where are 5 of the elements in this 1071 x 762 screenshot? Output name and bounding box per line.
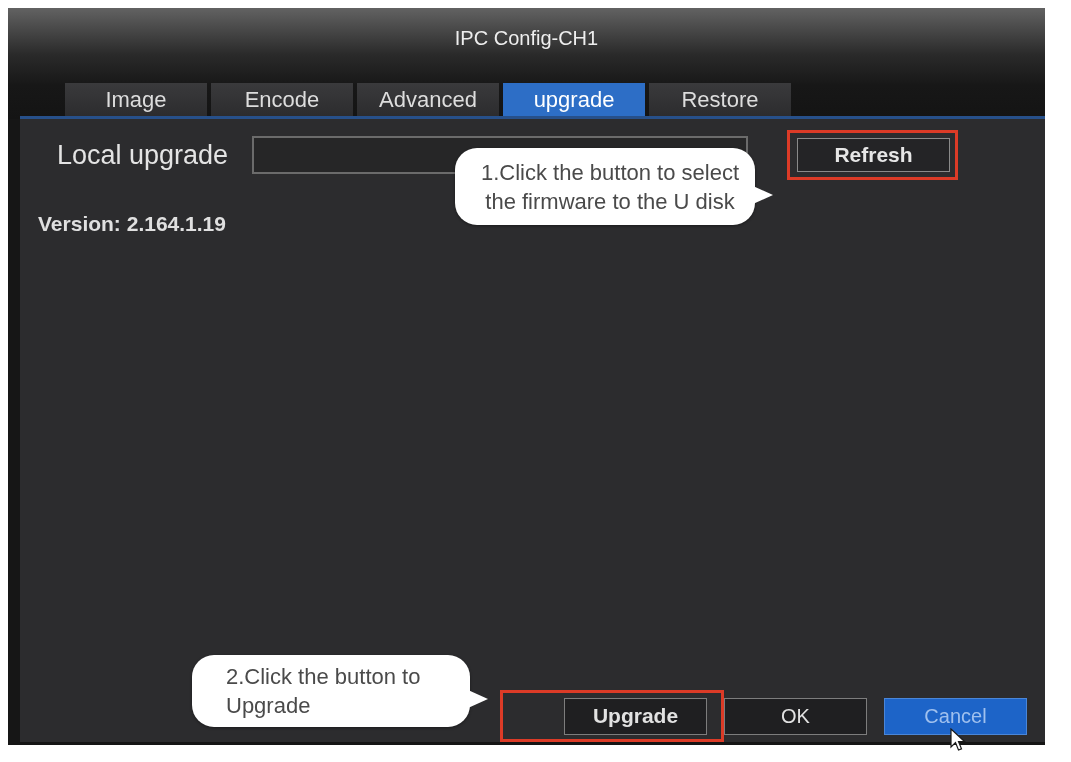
- window-title: IPC Config-CH1: [454, 26, 599, 51]
- version-label: Version: 2.164.1.19: [38, 212, 226, 235]
- callout-tooltip: 2.Click the button to Upgrade: [192, 655, 488, 727]
- callout-tooltip: 1.Click the button to select the firmware to the U disk: [455, 148, 773, 225]
- local-upgrade-label: Local upgrade: [57, 138, 229, 172]
